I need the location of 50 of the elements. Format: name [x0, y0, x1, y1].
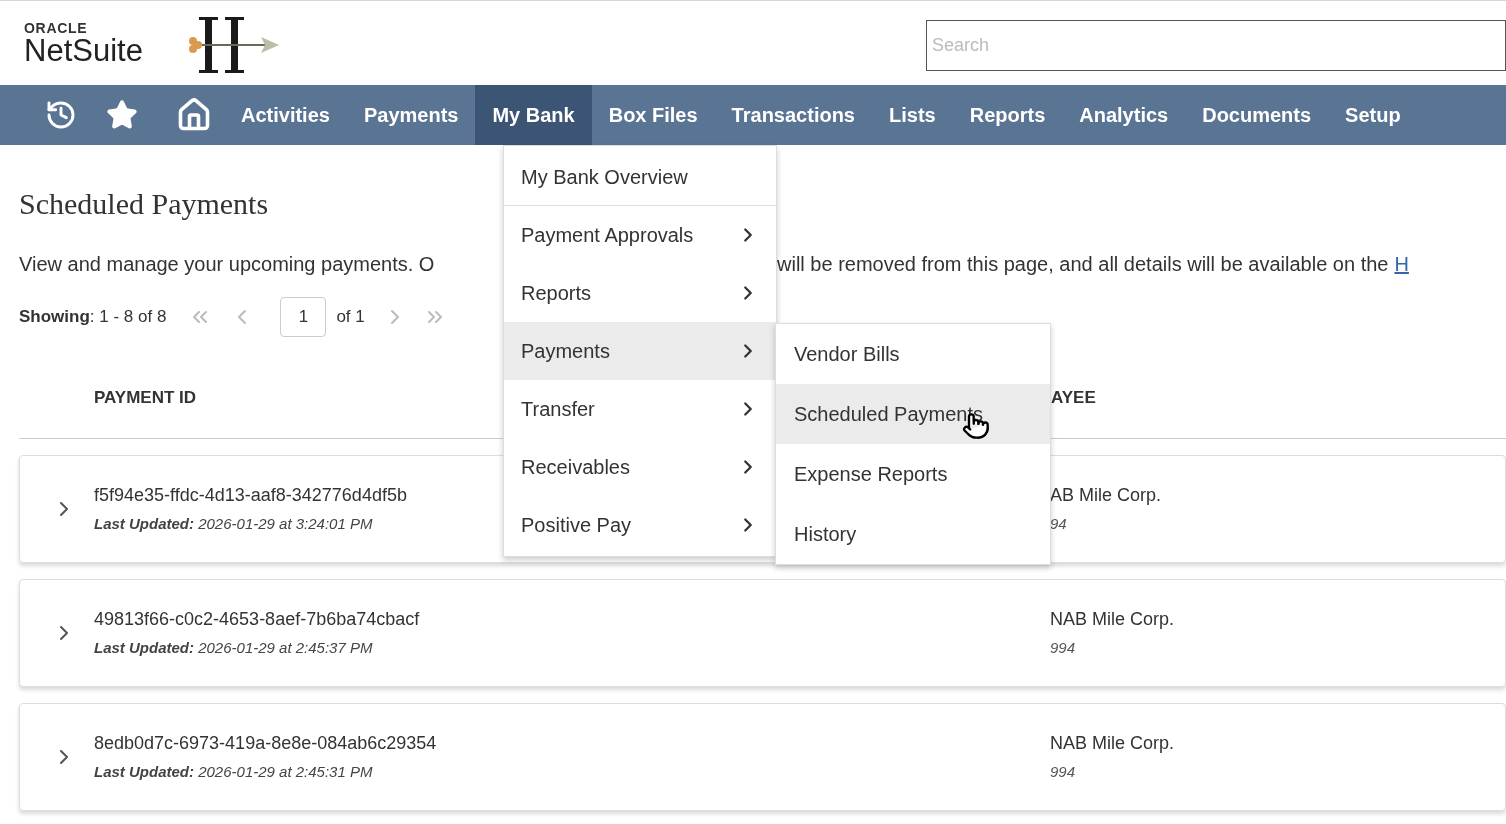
- nav-tab[interactable]: Lists: [872, 85, 953, 145]
- nav-tab[interactable]: Reports: [952, 85, 1063, 145]
- payment-id: 8edb0d7c-6973-419a-8e8e-084ab6c29354: [94, 731, 437, 755]
- search-field[interactable]: Search: [926, 19, 1506, 71]
- menu-item[interactable]: Payments: [504, 322, 776, 380]
- submenu-item[interactable]: Expense Reports: [776, 444, 1050, 504]
- showing-count: Showing: 1 - 8 of 8: [19, 305, 167, 328]
- menu-item[interactable]: Transfer: [504, 380, 776, 438]
- submenu-item[interactable]: Vendor Bills: [776, 324, 1050, 384]
- payee-number: 994: [1050, 637, 1077, 658]
- nav-tab[interactable]: Documents: [1185, 85, 1329, 145]
- brand-text: ORACLE: [24, 20, 89, 35]
- payment-id: 49813f66-c0c2-4653-8aef-7b6ba74cbacf: [94, 607, 420, 631]
- payee-name: AB Mile Corp.: [1050, 483, 1163, 507]
- last-updated: Last Updated: 2026-01-29 at 3:24:01 PM: [94, 513, 374, 534]
- nav-tab[interactable]: Box Files: [591, 85, 715, 145]
- column-header: PAYMENT ID: [94, 387, 197, 410]
- payee-name: NAB Mile Corp.: [1050, 607, 1176, 631]
- menu-item[interactable]: Payment Approvals: [504, 206, 776, 264]
- payment-card[interactable]: 49813f66-c0c2-4653-8aef-7b6ba74cbacf Last Updated: 2026-01-29 at 2:45:37 PM NAB Mile Corp. 994: [19, 578, 1506, 687]
- nav-tab[interactable]: Activities: [224, 85, 347, 145]
- product-name: NetSuite: [24, 34, 143, 66]
- star-icon[interactable]: [106, 99, 138, 131]
- nav-tab[interactable]: My Bank: [475, 85, 592, 145]
- submenu-item[interactable]: History: [776, 504, 1050, 564]
- page-total: of 1: [336, 305, 365, 328]
- home-icon[interactable]: [176, 97, 212, 133]
- page-title: Scheduled Payments: [19, 186, 270, 222]
- history-link[interactable]: H: [1394, 248, 1409, 279]
- nav-tab[interactable]: Payments: [346, 85, 476, 145]
- description-text: View and manage your upcoming payments. O: [19, 252, 435, 275]
- payment-id: f5f94e35-ffdc-4d13-aaf8-342776d4df5b: [94, 483, 407, 507]
- payee-number: 994: [1050, 761, 1077, 782]
- nav-tab[interactable]: Setup: [1328, 85, 1418, 145]
- payment-card[interactable]: 8edb0d7c-6973-419a-8e8e-084ab6c29354 Last Updated: 2026-01-29 at 2:45:31 PM NAB Mile Corp. 994: [19, 702, 1506, 811]
- menu-item[interactable]: My Bank Overview: [504, 148, 776, 206]
- recent-icon[interactable]: [45, 99, 77, 131]
- column-header: AYEE: [1051, 387, 1097, 410]
- nav-tab[interactable]: Analytics: [1062, 85, 1186, 145]
- payee-number: 94: [1050, 513, 1068, 534]
- submenu-item[interactable]: Scheduled Payments: [776, 384, 1050, 444]
- page-field[interactable]: 1: [280, 296, 327, 337]
- menu-item[interactable]: Positive Pay: [504, 496, 776, 554]
- payee-name: NAB Mile Corp.: [1050, 731, 1176, 755]
- last-updated: Last Updated: 2026-01-29 at 2:45:31 PM: [94, 761, 374, 782]
- description-text: will be removed from this page, and all details will be available on the: [777, 251, 1389, 277]
- nav-tab[interactable]: Transactions: [714, 85, 872, 145]
- menu-item[interactable]: Receivables: [504, 438, 776, 496]
- menu-item[interactable]: Reports: [504, 264, 776, 322]
- last-updated: Last Updated: 2026-01-29 at 2:45:37 PM: [94, 637, 374, 658]
